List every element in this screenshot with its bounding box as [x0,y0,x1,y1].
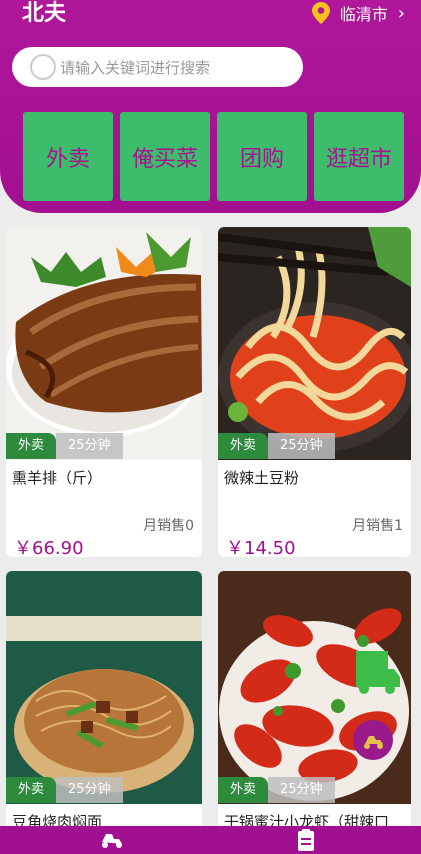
tag-type: 外卖 [218,433,269,459]
delivery-tag: 外卖 25分钟 [6,777,123,803]
delivery-tag: 外卖 25分钟 [218,777,335,803]
monthly-sales: 月销售1 [352,518,403,534]
category-nav: 外卖 俺买菜 团购 逛超市 [23,112,404,201]
tag-type: 外卖 [6,433,57,459]
bottom-tab-bar [0,826,421,854]
product-card[interactable]: 外卖 25分钟 干锅蜜汁小龙虾（甜辣口 [218,571,411,831]
search-input[interactable]: 请输入关键词进行搜索 [12,47,303,87]
product-name: 微辣土豆粉 [224,469,300,487]
scooter-icon [364,736,383,749]
location-selector[interactable]: 临清市 › [311,1,405,25]
product-card[interactable]: 外卖 25分钟 熏羊排（斤） 月销售0 ￥66.90 [6,227,202,557]
header: 北夫 临清市 › 请输入关键词进行搜索 外卖 俺买菜 团购 逛超市 [0,0,421,213]
category-group-buy[interactable]: 团购 [217,112,307,201]
delivery-icon[interactable] [100,830,124,850]
product-image [218,227,411,460]
tag-type: 外卖 [6,777,57,803]
orders-icon[interactable] [296,829,316,851]
product-price: ￥66.90 [14,538,84,557]
tag-time: 25分钟 [268,777,335,803]
category-takeout[interactable]: 外卖 [23,112,113,201]
delivery-tag: 外卖 25分钟 [6,433,123,459]
product-image [6,227,202,460]
product-card[interactable]: 外卖 25分钟 微辣土豆粉 月销售1 ￥14.50 [218,227,411,557]
location-label: 临清市 [339,5,388,24]
product-image [218,571,411,804]
delivery-fab[interactable] [353,720,393,760]
tag-time: 25分钟 [56,433,123,459]
delivery-tag: 外卖 25分钟 [218,433,335,459]
chevron-right-icon: › [397,2,405,24]
tag-type: 外卖 [218,777,269,803]
monthly-sales: 月销售0 [143,518,194,534]
map-pin-icon [311,2,330,24]
category-supermarket[interactable]: 逛超市 [314,112,404,201]
category-groceries[interactable]: 俺买菜 [120,112,210,201]
tag-time: 25分钟 [56,777,123,803]
search-icon [30,54,56,80]
search-placeholder: 请输入关键词进行搜索 [60,58,211,77]
app-title: 北夫 [22,1,67,26]
product-image [6,571,202,804]
product-price: ￥14.50 [226,538,296,557]
tag-time: 25分钟 [268,433,335,459]
product-name: 熏羊排（斤） [12,469,103,487]
product-card[interactable]: 外卖 25分钟 豆角烧肉焖面 [6,571,202,831]
